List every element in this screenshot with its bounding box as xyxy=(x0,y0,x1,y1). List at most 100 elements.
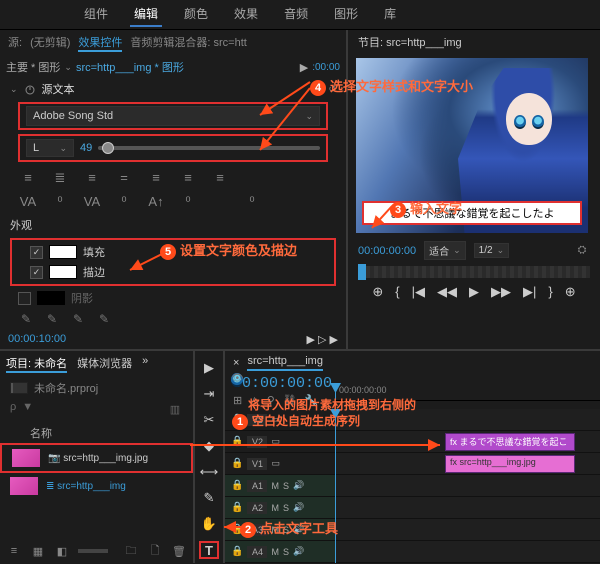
audio-track-header[interactable]: 🔒A1MS🔊 xyxy=(225,475,335,497)
transport-button[interactable]: ▶| xyxy=(523,284,536,300)
workspace-tab[interactable]: 效果 xyxy=(230,2,262,27)
icon-view-icon[interactable]: ▦ xyxy=(30,543,46,559)
shadow-checkbox[interactable] xyxy=(18,292,31,305)
settings-icon[interactable]: ⛓ xyxy=(283,394,297,407)
workspace-tab[interactable]: 组件 xyxy=(80,2,112,27)
track-body[interactable]: fx まるで不思議な錯覚を起こ fx src=http___img.jpg xyxy=(335,409,600,563)
in-point-timecode[interactable]: 00:00:10:00 xyxy=(8,333,66,346)
eyedropper-icon[interactable]: ✎ xyxy=(70,311,86,327)
reset-icon[interactable]: ↺ xyxy=(328,84,336,95)
source-tab[interactable]: 效果控件 xyxy=(78,34,122,52)
workspace-tab[interactable]: 图形 xyxy=(330,2,362,27)
ripple-edit-tool[interactable]: ✂ xyxy=(199,411,219,429)
kerning-icon[interactable]: VA xyxy=(82,194,102,210)
shadow-color-swatch[interactable] xyxy=(37,291,65,305)
list-view-icon[interactable]: ≡ xyxy=(6,543,22,559)
time-ruler[interactable]: 00:00:00:00 xyxy=(335,383,600,401)
workspace-tab[interactable]: 颜色 xyxy=(180,2,212,27)
track-select-tool[interactable]: ⇥ xyxy=(199,385,219,403)
transport-button[interactable]: |◀ xyxy=(412,284,425,300)
video-clip[interactable]: fx src=http___img.jpg xyxy=(445,455,575,473)
kerning-icon[interactable]: ⁰ xyxy=(242,194,262,210)
font-weight-dropdown[interactable]: L⌄ xyxy=(26,139,74,157)
align-icon[interactable]: ≡ xyxy=(146,170,166,186)
linked-select-icon[interactable]: △ xyxy=(250,394,258,407)
graphic-clip[interactable]: fx まるで不思議な錯覚を起こ xyxy=(445,433,575,451)
audio-track-header[interactable]: 🔒A3MS🔊 xyxy=(225,519,335,541)
razor-tool[interactable]: ◆ xyxy=(199,437,219,455)
kerning-icon[interactable]: ⁰ xyxy=(178,194,198,210)
resolution-dropdown[interactable]: 1/2⌄ xyxy=(474,243,509,258)
project-tab[interactable]: 项目: 未命名 xyxy=(6,355,67,373)
align-icon[interactable]: ≡ xyxy=(82,170,102,186)
eyedropper-icon[interactable]: ✎ xyxy=(96,311,112,327)
source-text-row[interactable]: ⌄ 源文本 ↺ xyxy=(0,78,346,100)
settings-icon[interactable]: ⛭ xyxy=(574,243,590,259)
chevron-down-icon[interactable]: ⌄ xyxy=(64,62,72,73)
transport-button[interactable]: ▶▶ xyxy=(491,284,511,300)
video-track-header[interactable]: 🔒V1👁▭ xyxy=(225,453,335,475)
workspace-tab[interactable]: 库 xyxy=(380,2,400,27)
eyedropper-icon[interactable]: ✎ xyxy=(18,311,34,327)
snap-icon[interactable]: ⊞ xyxy=(233,394,242,407)
zoom-fit-dropdown[interactable]: 适合⌄ xyxy=(424,241,466,260)
timeline-playhead[interactable] xyxy=(335,383,336,400)
selection-tool[interactable]: ▶ xyxy=(199,359,219,377)
slip-tool[interactable]: ⟷ xyxy=(199,463,219,481)
font-size-slider[interactable] xyxy=(98,146,320,150)
transport-button[interactable]: ⊕ xyxy=(372,284,383,300)
kerning-icon[interactable]: VA xyxy=(18,194,38,210)
pen-tool[interactable]: ✎ xyxy=(199,489,219,507)
trash-icon[interactable]: 🗑 xyxy=(171,543,187,559)
wrench-icon[interactable]: 🔧 xyxy=(305,394,319,407)
kerning-icon[interactable]: A↑ xyxy=(146,194,166,210)
stroke-checkbox[interactable]: ✓ xyxy=(30,266,43,279)
align-icon[interactable]: = xyxy=(114,170,134,186)
eyedropper-icon[interactable]: ✎ xyxy=(44,311,60,327)
fill-checkbox[interactable]: ✓ xyxy=(30,246,43,259)
workspace-tab[interactable]: 编辑 xyxy=(130,2,162,27)
program-timecode[interactable]: 00:00:00:00 xyxy=(358,245,416,257)
video-track-header[interactable]: 🔒V3👁▭ xyxy=(225,409,335,431)
subtitle-text-box[interactable]: まるで不思議な錯覚を起こしたよ xyxy=(362,201,582,225)
fill-color-swatch[interactable] xyxy=(49,245,77,259)
program-scrubber[interactable] xyxy=(358,266,590,278)
column-name[interactable]: 名称 xyxy=(0,419,193,443)
stopwatch-icon[interactable] xyxy=(24,83,36,95)
marker-icon[interactable]: ⚲ xyxy=(267,394,275,407)
timeline-playhead[interactable] xyxy=(335,409,336,563)
kerning-icon[interactable] xyxy=(210,194,230,210)
align-icon[interactable]: ≣ xyxy=(50,170,70,186)
transport-button[interactable]: } xyxy=(548,284,552,300)
transport-button[interactable]: { xyxy=(395,284,399,300)
transport-button[interactable]: ⊕ xyxy=(565,284,576,300)
hand-tool[interactable]: ✋ xyxy=(199,515,219,533)
kerning-icon[interactable]: ⁰ xyxy=(50,194,70,210)
program-monitor-viewport[interactable]: まるで不思議な錯覚を起こしたよ xyxy=(356,58,588,233)
stroke-color-swatch[interactable] xyxy=(49,265,77,279)
transport-button[interactable]: ◀◀ xyxy=(437,284,457,300)
source-tab[interactable]: 音频剪辑混合器: src=htt xyxy=(130,34,246,52)
sequence-tab[interactable]: src=http___img xyxy=(247,355,323,371)
kerning-icon[interactable]: ⁰ xyxy=(114,194,134,210)
source-tab[interactable]: (无剪辑) xyxy=(30,34,70,52)
font-family-dropdown[interactable]: Adobe Song Std⌄ xyxy=(26,106,320,126)
new-bin-icon[interactable]: 🗀 xyxy=(123,543,139,559)
playhead-icon[interactable] xyxy=(358,264,366,280)
media-browser-tab[interactable]: 媒体浏览器 xyxy=(77,355,132,373)
font-size-value[interactable]: 49 xyxy=(80,142,92,154)
type-tool[interactable]: T xyxy=(199,541,219,559)
audio-track-header[interactable]: 🔒A2MS🔊 xyxy=(225,497,335,519)
media-item-image[interactable]: 📷 src=http___img.jpg xyxy=(0,443,193,473)
align-icon[interactable]: ≡ xyxy=(178,170,198,186)
align-icon[interactable]: ≡ xyxy=(18,170,38,186)
align-icon[interactable]: ≡ xyxy=(210,170,230,186)
video-track-header[interactable]: 🔒V2👁▭ xyxy=(225,431,335,453)
freeform-view-icon[interactable]: ◧ xyxy=(54,543,70,559)
filter-icon[interactable]: ▥ xyxy=(167,401,183,417)
media-item-sequence[interactable]: ≣ src=http___img xyxy=(0,473,193,499)
transport-button[interactable]: ▶ xyxy=(469,284,479,300)
workspace-tab[interactable]: 音频 xyxy=(280,2,312,27)
media-thumbnail xyxy=(12,449,40,467)
new-item-icon[interactable]: 🗋 xyxy=(147,543,163,559)
